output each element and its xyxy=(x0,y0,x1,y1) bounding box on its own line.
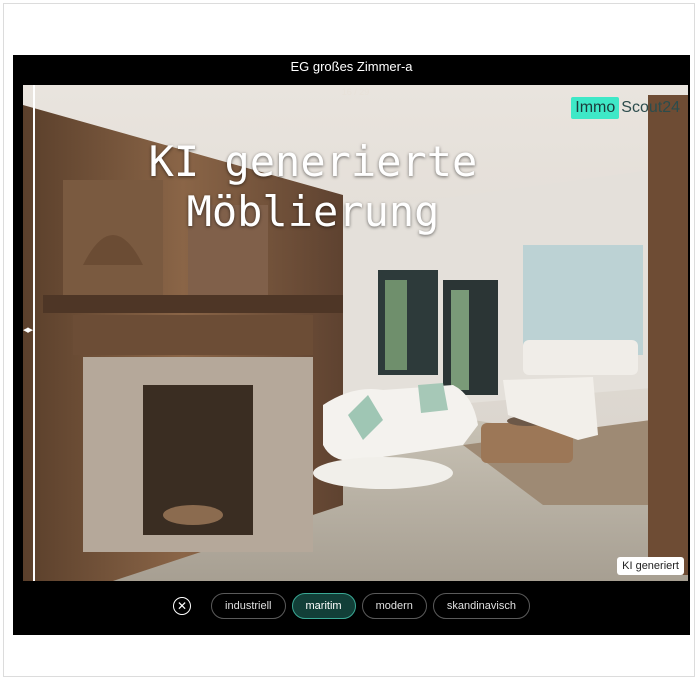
close-icon[interactable]: ✕ xyxy=(173,597,192,615)
immoscout-logo: Immo Scout24 xyxy=(571,97,680,119)
style-chip-industriell[interactable]: industriell xyxy=(211,593,286,619)
style-chip-skandinavisch[interactable]: skandinavisch xyxy=(432,593,530,619)
compare-slider-handle-icon[interactable]: ◂▸ xyxy=(23,323,33,336)
room-image[interactable]: 16 / 29 KI generierte Möblierung Immo Sc… xyxy=(23,85,688,581)
overlay-headline: KI generierte Möblierung xyxy=(148,137,478,236)
style-chip-modern[interactable]: modern xyxy=(361,593,427,619)
viewer-title: EG großes Zimmer-a xyxy=(290,59,413,74)
logo-scout: Scout24 xyxy=(621,99,680,116)
compare-slider-line[interactable] xyxy=(33,85,35,581)
image-counter: 16 / 29 xyxy=(341,87,370,97)
logo-immo: Immo xyxy=(571,97,620,119)
image-viewer: EG großes Zimmer-a 16 / 29 KI generierte… xyxy=(13,55,690,635)
style-chip-maritim[interactable]: maritim xyxy=(291,593,356,619)
ai-generated-badge: KI generiert xyxy=(617,557,684,575)
style-selector: ✕ industriell maritim modern skandinavis… xyxy=(13,591,690,621)
